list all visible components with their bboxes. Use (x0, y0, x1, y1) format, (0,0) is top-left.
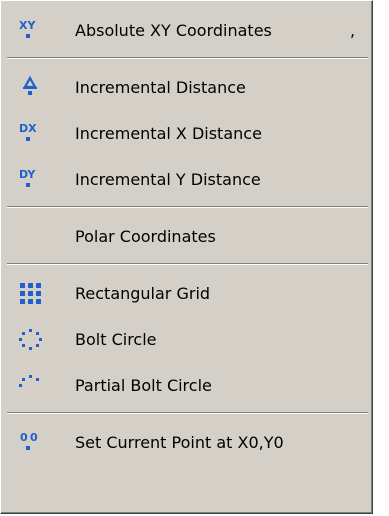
origin-icon: 0 0 (18, 429, 44, 455)
svg-text:0: 0 (30, 431, 38, 444)
menu-item-incremental-x[interactable]: DX Incremental X Distance (4, 110, 369, 156)
dx-icon: DX (18, 120, 44, 146)
delta-icon (18, 74, 44, 100)
menu-item-label: Absolute XY Coordinates (75, 20, 272, 40)
menu-item-rectangular-grid[interactable]: Rectangular Grid (4, 270, 369, 316)
menu-item-label: Incremental Distance (75, 77, 246, 97)
svg-text:DY: DY (19, 168, 36, 181)
shortcut-key: , (350, 20, 356, 40)
menu-item-label: Bolt Circle (75, 329, 157, 349)
menu-item-partial-bolt-circle[interactable]: Partial Bolt Circle (4, 362, 369, 408)
menu-item-polar-coordinates[interactable]: Polar Coordinates (4, 213, 369, 259)
bolt-circle-icon (18, 326, 44, 352)
menu-item-set-current-point[interactable]: 0 0 Set Current Point at X0,Y0 (4, 419, 369, 465)
menu-separator (7, 206, 368, 208)
menu-separator (7, 412, 368, 414)
menu-item-label: Incremental Y Distance (75, 169, 261, 189)
svg-text:XY: XY (19, 19, 36, 32)
menu-item-absolute-xy[interactable]: XY Absolute XY Coordinates , (4, 7, 369, 53)
menu-item-label: Polar Coordinates (75, 226, 216, 246)
menu-item-label: Incremental X Distance (75, 123, 262, 143)
menu-item-bolt-circle[interactable]: Bolt Circle (4, 316, 369, 362)
menu-item-incremental-y[interactable]: DY Incremental Y Distance (4, 156, 369, 202)
menu-separator (7, 263, 368, 265)
svg-text:0: 0 (20, 431, 28, 444)
menu-item-incremental-distance[interactable]: Incremental Distance (4, 64, 369, 110)
menu-item-label: Partial Bolt Circle (75, 375, 212, 395)
rectangular-grid-icon (18, 280, 44, 306)
menu-item-label: Set Current Point at X0,Y0 (75, 432, 284, 452)
dy-icon: DY (18, 166, 44, 192)
coordinate-mode-menu: XY Absolute XY Coordinates , Incremental… (0, 0, 373, 514)
xy-icon: XY (18, 17, 44, 43)
menu-item-label: Rectangular Grid (75, 283, 211, 303)
menu-separator (7, 57, 368, 59)
partial-bolt-circle-icon (18, 372, 44, 398)
svg-text:DX: DX (19, 122, 37, 135)
